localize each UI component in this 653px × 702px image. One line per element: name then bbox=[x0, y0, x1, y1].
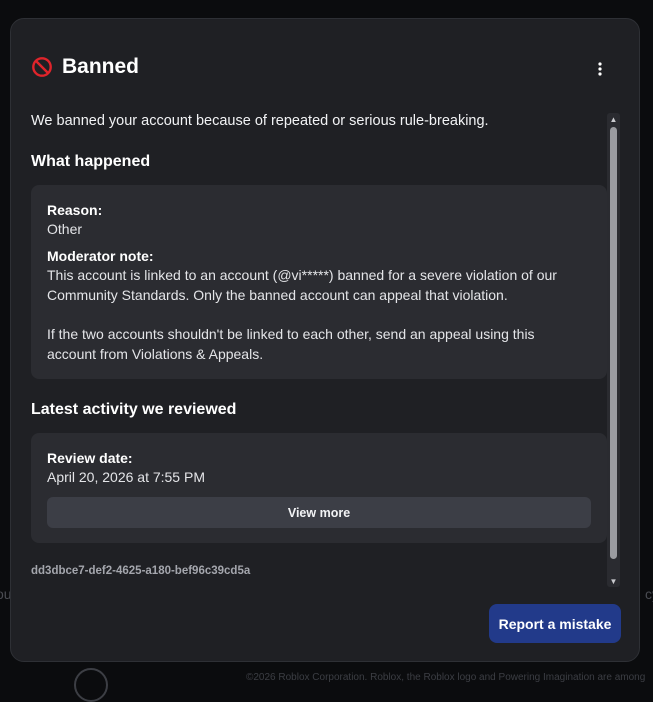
modal-header: Banned bbox=[31, 55, 139, 79]
ban-modal: Banned We banned your account because of… bbox=[10, 18, 640, 662]
moderator-note-line: Community Standards. Only the banned acc… bbox=[47, 287, 508, 303]
scroll-up-icon[interactable]: ▲ bbox=[607, 113, 620, 125]
scroll-down-icon[interactable]: ▼ bbox=[607, 575, 620, 587]
more-vertical-icon bbox=[598, 62, 602, 76]
more-options-button[interactable] bbox=[591, 58, 609, 80]
moderator-note-line: This account is linked to an account (@v… bbox=[47, 267, 557, 283]
report-id: dd3dbce7-def2-4625-a180-bef96c39cd5a bbox=[31, 565, 251, 577]
moderator-note-line: account from Violations & Appeals. bbox=[47, 346, 264, 362]
reason-label: Reason: bbox=[47, 202, 103, 218]
content-scrollbar[interactable]: ▲ ▼ bbox=[607, 113, 620, 587]
view-more-button[interactable]: View more bbox=[47, 497, 591, 528]
report-mistake-button[interactable]: Report a mistake bbox=[489, 604, 621, 643]
moderator-note-label: Moderator note: bbox=[47, 248, 154, 264]
latest-activity-heading: Latest activity we reviewed bbox=[31, 401, 237, 418]
latest-activity-card: Review date: April 20, 2026 at 7:55 PM V… bbox=[31, 433, 607, 543]
ban-icon bbox=[32, 57, 52, 77]
what-happened-heading: What happened bbox=[31, 153, 151, 170]
review-date-label: Review date: bbox=[47, 450, 133, 466]
what-happened-card: Reason: Other Moderator note: This accou… bbox=[31, 185, 607, 379]
background-avatar-circle bbox=[74, 668, 108, 702]
moderator-note-line: If the two accounts shouldn't be linked … bbox=[47, 326, 535, 342]
review-date-value: April 20, 2026 at 7:55 PM bbox=[47, 469, 205, 485]
background-footer-text: ©2026 Roblox Corporation. Roblox, the Ro… bbox=[246, 672, 646, 683]
scroll-thumb[interactable] bbox=[610, 127, 617, 559]
background-text-right: cy bbox=[645, 586, 653, 602]
modal-title: Banned bbox=[62, 55, 140, 78]
reason-value: Other bbox=[47, 221, 83, 237]
modal-content: We banned your account because of repeat… bbox=[31, 111, 607, 577]
intro-text: We banned your account because of repeat… bbox=[31, 113, 489, 129]
